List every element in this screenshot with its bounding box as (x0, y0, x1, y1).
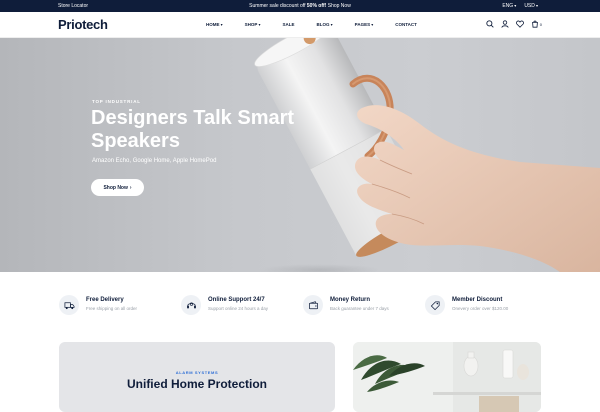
hero-speaker-image (254, 38, 600, 272)
nav-sale[interactable]: SALE (283, 22, 295, 27)
arrow-right-icon: › (129, 184, 132, 191)
promo-highlight: 50% off! (306, 3, 327, 9)
tag-icon (425, 295, 445, 315)
hero-kicker: TOP INDUSTRIAL (92, 99, 141, 104)
shop-now-button[interactable]: Shop Now › (91, 179, 144, 196)
user-icon[interactable] (501, 20, 509, 28)
features-strip: Free Delivery Free shipping on all order… (0, 272, 600, 340)
feature-money-return: Money Return Back guarantee under 7 days (303, 295, 389, 315)
feature-desc: Support online 24 hours a day (208, 306, 269, 311)
feature-title: Member Discount (452, 297, 503, 303)
promo-prefix: Summer sale discount off (249, 3, 307, 9)
headset-icon (181, 295, 201, 315)
feature-free-delivery: Free Delivery Free shipping on all order (59, 295, 137, 315)
heart-icon[interactable] (515, 20, 524, 28)
banner-kicker: ALARM SYSTEMS (175, 370, 219, 375)
nav-shop[interactable]: SHOP (245, 22, 261, 27)
currency-select[interactable]: USD (524, 3, 538, 9)
banner-title: Unified Home Protection (126, 377, 267, 391)
search-icon[interactable] (486, 20, 494, 28)
site-header: Priotech HOME SHOP SALE BLOG PAGES CONTA… (0, 12, 600, 38)
nav-contact[interactable]: CONTACT (395, 22, 417, 27)
feature-title: Free Delivery (86, 297, 124, 303)
nav-pages[interactable]: PAGES (355, 22, 374, 27)
hero-title: Designers Talk Smart Speakers (91, 107, 295, 152)
truck-icon (59, 295, 79, 315)
promo-suffix[interactable]: Shop Now (326, 3, 351, 9)
hero-banner: TOP INDUSTRIAL Designers Talk Smart Spea… (0, 38, 600, 272)
cart-icon[interactable]: 0 (531, 20, 542, 28)
promo-banner-decor[interactable] (353, 342, 541, 412)
top-announcement-bar: Store Locator Summer sale discount off 5… (0, 0, 600, 12)
wallet-icon (303, 295, 323, 315)
decor-image (353, 342, 541, 412)
feature-desc: Onevery order over $120.00 (452, 306, 509, 311)
cart-count: 0 (539, 21, 542, 27)
main-nav: HOME SHOP SALE BLOG PAGES CONTACT (206, 22, 439, 27)
promo-banner-alarm[interactable]: ALARM SYSTEMS Unified Home Protection (59, 342, 335, 412)
feature-title: Money Return (330, 297, 371, 303)
feature-desc: Free shipping on all order (86, 306, 138, 311)
feature-title: Online Support 24/7 (208, 297, 265, 303)
feature-desc: Back guarantee under 7 days (330, 306, 389, 311)
language-select[interactable]: ENG (502, 3, 516, 9)
hero-subtitle: Amazon Echo, Google Home, Apple HomePod (92, 158, 217, 164)
logo[interactable]: Priotech (58, 17, 108, 32)
nav-home[interactable]: HOME (206, 22, 223, 27)
shop-now-label: Shop Now (103, 184, 128, 191)
feature-online-support: Online Support 24/7 Support online 24 ho… (181, 295, 268, 315)
feature-member-discount: Member Discount Onevery order over $120.… (425, 295, 508, 315)
nav-blog[interactable]: BLOG (317, 22, 333, 27)
